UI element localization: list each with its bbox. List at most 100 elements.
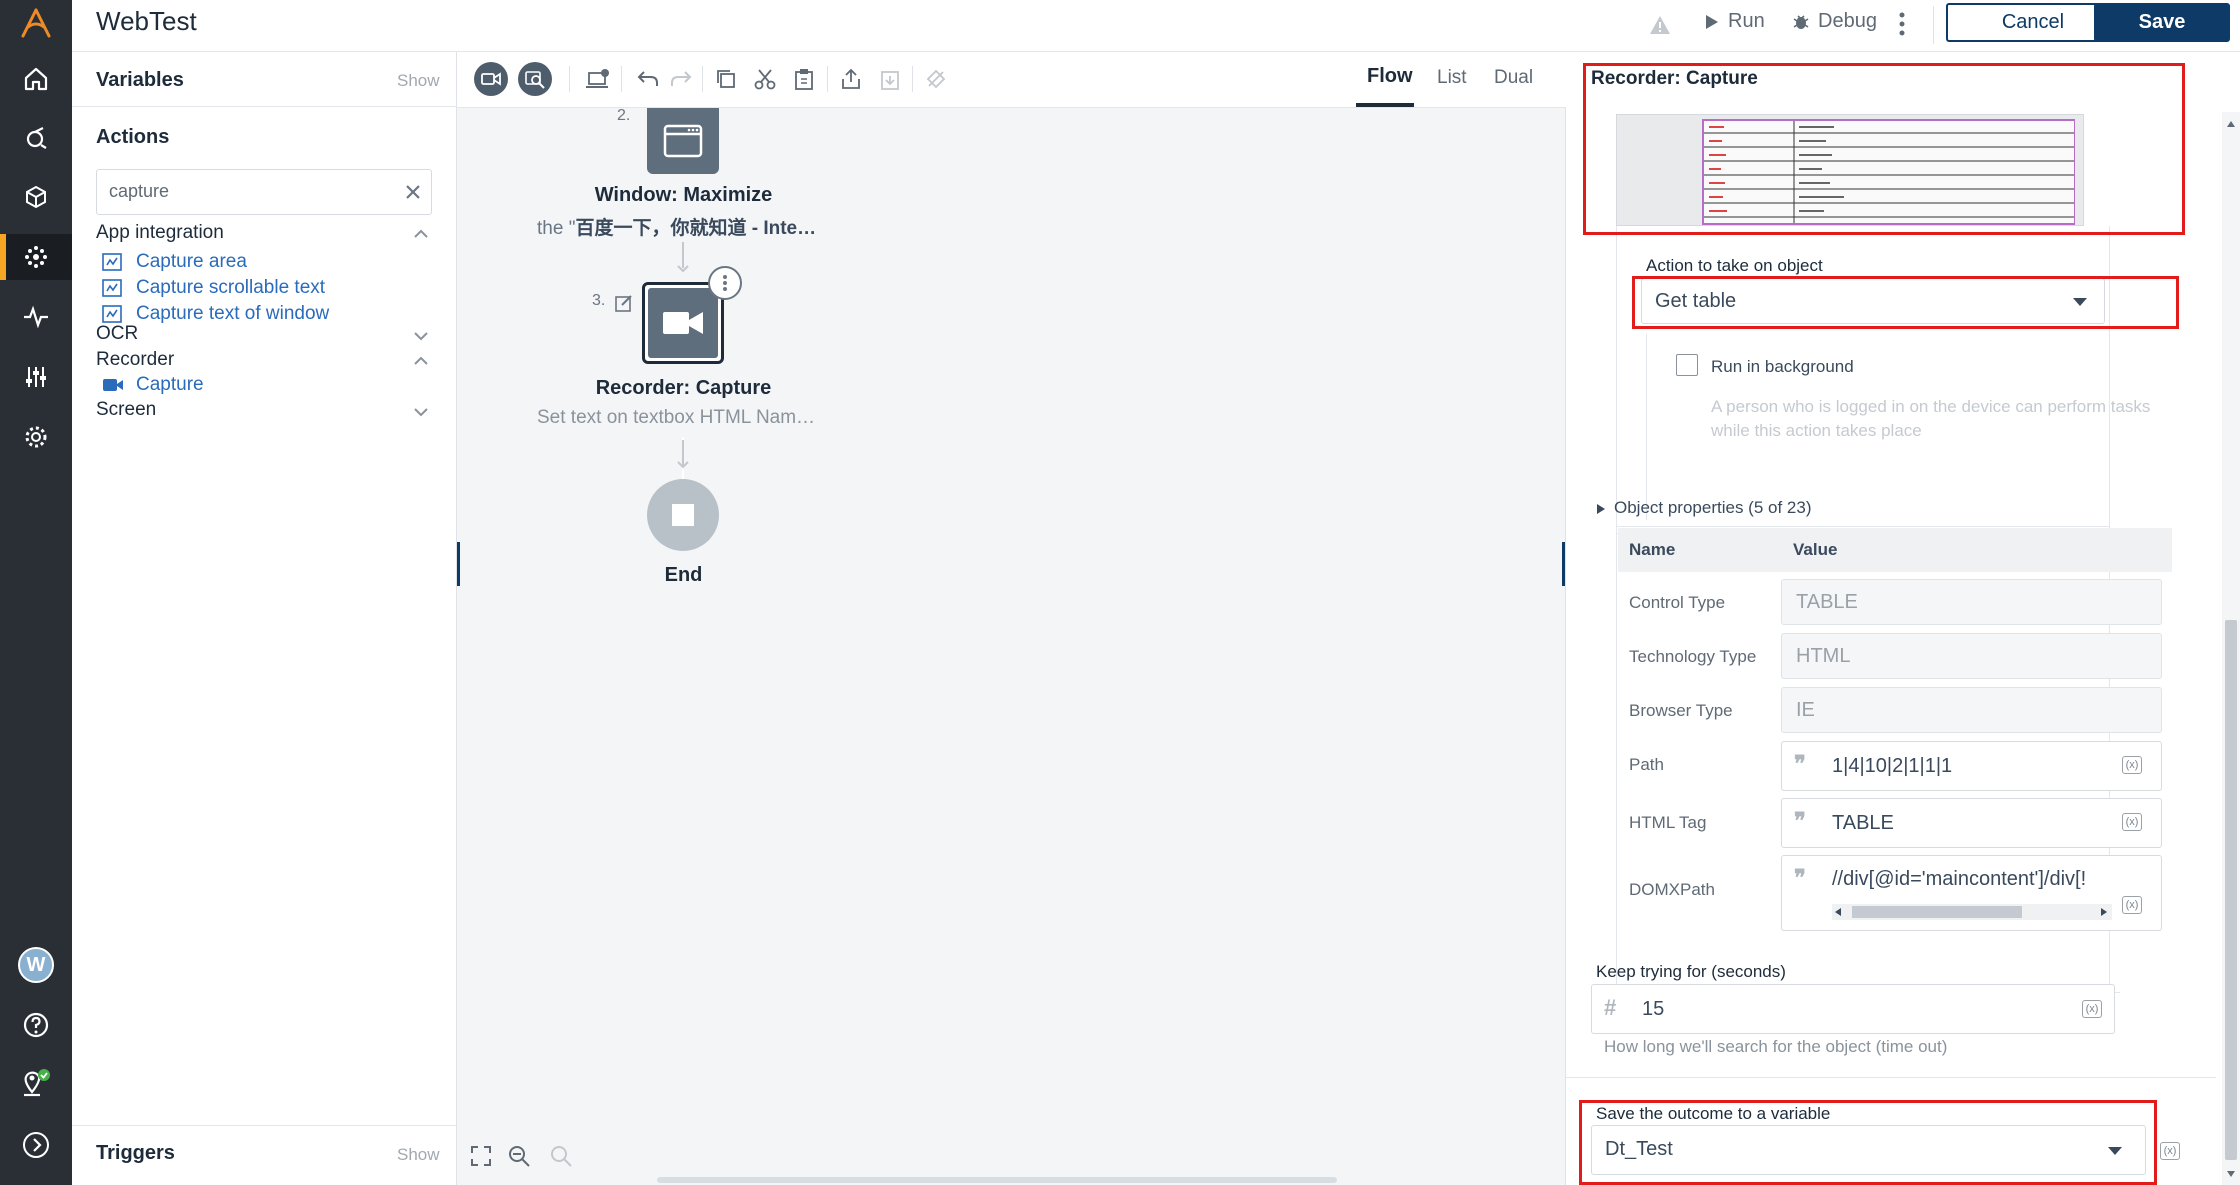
more-icon[interactable] — [1896, 10, 1908, 38]
prop-value: 1|4|10|2|1|1|1 — [1832, 755, 1953, 777]
settings-icon[interactable] — [0, 414, 72, 460]
highlight-box-action — [1632, 276, 2179, 329]
video-camera-icon — [103, 379, 123, 391]
nav-rail: W — [0, 0, 72, 1185]
undo-icon[interactable] — [637, 69, 659, 89]
warning-icon[interactable] — [1647, 12, 1673, 38]
end-node[interactable] — [647, 479, 719, 551]
object-properties-table: Name Value Control Type TABLE Technology… — [1616, 526, 2172, 996]
divider — [621, 66, 622, 92]
disable-icon[interactable] — [925, 68, 947, 90]
import-icon[interactable] — [879, 68, 901, 90]
zoom-out-icon[interactable] — [507, 1145, 531, 1167]
horizontal-scrollbar[interactable] — [657, 1177, 1337, 1183]
chevron-down-icon[interactable] — [411, 404, 431, 420]
prop-value-field: TABLE — [1781, 579, 2162, 625]
automation-icon[interactable] — [0, 234, 72, 280]
scroll-thumb[interactable] — [1852, 906, 2022, 918]
export-icon[interactable] — [840, 68, 862, 90]
window-icon — [663, 124, 703, 158]
bug-icon — [1793, 14, 1809, 29]
html-tag-input[interactable]: ❞ TABLE (x) — [1781, 798, 2162, 848]
run-in-background-checkbox[interactable] — [1676, 354, 1698, 376]
node-title: End — [664, 564, 703, 586]
caret-right-icon[interactable] — [1596, 503, 1606, 515]
flow-canvas[interactable]: 2. Window: Maximize the "百度一下，你就知道 - Int… — [457, 52, 1566, 1185]
right-resize-handle[interactable] — [1562, 542, 1565, 586]
paste-icon[interactable] — [793, 68, 815, 90]
clear-search-icon[interactable] — [403, 182, 423, 202]
help-icon[interactable] — [0, 1002, 72, 1048]
create-variable-icon[interactable]: (x) — [2160, 1142, 2180, 1160]
video-camera-icon — [481, 72, 501, 86]
action-item-label: Capture scrollable text — [136, 277, 326, 298]
sliders-icon[interactable] — [0, 354, 72, 400]
note-edit-icon[interactable] — [615, 294, 633, 312]
insert-variable-icon[interactable]: (x) — [2122, 896, 2142, 914]
home-icon[interactable] — [0, 56, 72, 102]
prop-value-field: HTML — [1781, 633, 2162, 679]
capture-object-button[interactable] — [518, 62, 552, 96]
object-properties-toggle[interactable]: Object properties (5 of 23) — [1614, 498, 1811, 518]
group-app-integration[interactable]: App integration — [96, 222, 224, 244]
scroll-thumb[interactable] — [2225, 620, 2237, 1160]
tab-dual[interactable]: Dual — [1494, 67, 1533, 89]
insert-variable-icon[interactable]: (x) — [2082, 1000, 2102, 1018]
keep-trying-input[interactable]: # 15 (x) — [1591, 984, 2115, 1034]
tab-flow[interactable]: Flow — [1367, 65, 1413, 88]
window-maximize-node[interactable] — [647, 108, 719, 174]
group-screen[interactable]: Screen — [96, 399, 156, 421]
divider — [72, 106, 457, 107]
scroll-down-icon[interactable] — [2226, 1170, 2236, 1178]
node-menu-button[interactable] — [708, 266, 742, 300]
logo-icon[interactable] — [0, 0, 72, 46]
scroll-up-icon[interactable] — [2226, 120, 2236, 128]
activity-icon[interactable] — [0, 294, 72, 340]
group-ocr[interactable]: OCR — [96, 323, 138, 345]
active-indicator — [0, 234, 6, 280]
save-button[interactable]: Save — [2094, 3, 2230, 42]
cube-icon[interactable] — [0, 174, 72, 220]
avatar-letter: W — [18, 947, 54, 983]
fit-screen-icon[interactable] — [470, 1145, 492, 1167]
redo-icon[interactable] — [670, 69, 692, 89]
vertical-scrollbar[interactable] — [2222, 112, 2240, 1185]
domxpath-scrollbar[interactable] — [1832, 904, 2112, 920]
search-value: capture — [109, 181, 170, 201]
run-label: Run — [1728, 10, 1765, 32]
domxpath-input[interactable]: ❞ //div[@id='maincontent']/div[! (x) — [1781, 855, 2162, 931]
debug-button[interactable]: Debug — [1792, 10, 1877, 33]
action-item-label: Capture — [136, 374, 204, 395]
chevron-up-icon[interactable] — [411, 226, 431, 242]
avatar[interactable]: W — [0, 942, 72, 988]
scroll-right-icon[interactable] — [2100, 907, 2108, 917]
prop-name: Control Type — [1629, 593, 1726, 612]
prop-name: Path — [1629, 755, 1664, 774]
chevron-up-icon[interactable] — [411, 353, 431, 369]
action-search-input[interactable]: capture — [96, 169, 432, 215]
group-recorder[interactable]: Recorder — [96, 349, 174, 371]
zoom-in-icon[interactable] — [549, 1145, 573, 1167]
recorder-button[interactable] — [474, 62, 508, 96]
keep-trying-help: How long we'll search for the object (ti… — [1604, 1037, 1948, 1056]
tab-list[interactable]: List — [1437, 67, 1467, 89]
device-status-icon[interactable] — [0, 1060, 72, 1106]
copy-icon[interactable] — [715, 68, 737, 90]
chevron-down-icon[interactable] — [411, 328, 431, 344]
column-header: Name — [1629, 540, 1676, 559]
insert-variable-icon[interactable]: (x) — [2122, 756, 2142, 774]
cut-icon[interactable] — [754, 68, 776, 90]
laptop-check-icon[interactable] — [585, 68, 611, 90]
expand-icon[interactable] — [0, 1122, 72, 1168]
scroll-left-icon[interactable] — [1834, 907, 1842, 917]
triggers-show-link[interactable]: Show — [397, 1145, 440, 1165]
path-input[interactable]: ❞ 1|4|10|2|1|1|1 (x) — [1781, 741, 2162, 791]
left-resize-handle[interactable] — [457, 542, 460, 586]
variables-show-link[interactable]: Show — [397, 71, 440, 91]
app-integration-icon — [102, 279, 122, 297]
active-tab-indicator — [1356, 103, 1414, 107]
insert-variable-icon[interactable]: (x) — [2122, 813, 2142, 831]
run-button[interactable]: Run — [1704, 10, 1765, 33]
node-description-target: 百度一下，你就知道 - Inte… — [575, 218, 817, 239]
bot-icon[interactable] — [0, 115, 72, 161]
